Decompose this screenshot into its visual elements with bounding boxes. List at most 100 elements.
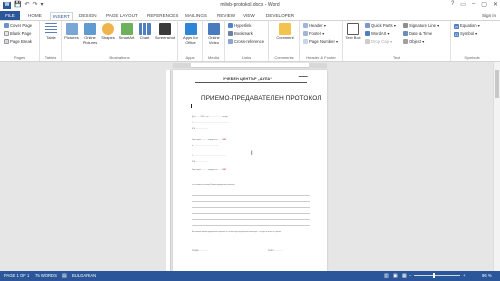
group-label-comments: Comments (274, 55, 294, 60)
tab-design[interactable]: DESIGN (77, 12, 99, 20)
group-apps: Apps for Office Apps (178, 21, 203, 61)
object-icon (403, 39, 408, 44)
vertical-ruler[interactable] (166, 70, 171, 271)
group-label-pages: Pages (13, 55, 26, 60)
cover-page-button[interactable]: Cover Page (4, 23, 32, 29)
text-box-icon (347, 23, 359, 35)
ribbon-display-button[interactable]: ▭ (460, 1, 466, 8)
tab-view[interactable]: VIEW (241, 12, 257, 20)
ruler-left-margin (173, 63, 191, 68)
wordart-icon (365, 31, 370, 36)
inventory-line (192, 207, 310, 208)
online-pictures-button[interactable]: Online Pictures (81, 23, 99, 45)
group-comments: Comment Comments (269, 21, 300, 61)
zoom-out-button[interactable]: – (409, 271, 411, 281)
object-button[interactable]: Object ▾ (403, 39, 424, 45)
tab-file[interactable]: FILE (0, 11, 20, 20)
pictures-icon (65, 23, 78, 35)
signature-line-button[interactable]: Signature Line ▾ (403, 23, 439, 29)
bookmark-icon (228, 31, 233, 36)
tab-references[interactable]: REFERENCES (145, 12, 180, 20)
sign-in-link[interactable]: Sign in (482, 12, 496, 20)
wordart-button[interactable]: WordArt ▾ (365, 31, 390, 37)
scrollbar-thumb[interactable] (495, 70, 499, 98)
shapes-button[interactable]: Shapes (100, 23, 116, 41)
smartart-button[interactable]: SmartArt (117, 23, 136, 41)
drop-cap-button[interactable]: Drop Cap ▾ (365, 39, 392, 45)
group-tables: Table Tables (40, 21, 62, 61)
group-label-header-footer: Header & Footer (306, 55, 336, 60)
word-count-status[interactable]: 75 WORDS (35, 271, 57, 281)
horizontal-ruler[interactable] (173, 63, 327, 68)
group-label-symbols: Symbols (464, 55, 480, 60)
form-line-5: и ......................................… (192, 146, 219, 147)
inventory-line (192, 219, 310, 220)
book-icon[interactable]: ▤ (62, 271, 67, 281)
vertical-scrollbar[interactable] (493, 62, 500, 271)
print-layout-icon[interactable]: ▣ (393, 271, 398, 281)
close-button[interactable]: ✕ (493, 1, 498, 8)
tab-developer[interactable]: DEVELOPER (264, 12, 296, 20)
header-button[interactable]: Header ▾ (303, 23, 326, 29)
tab-review[interactable]: REVIEW (215, 12, 237, 20)
screenshot-button[interactable]: Screenshot (153, 23, 177, 41)
letterhead-address: гр. Пловдив, ул. „......................… (224, 83, 278, 84)
tab-home[interactable]: HOME (26, 12, 44, 20)
window-controls: ? ▭ – ▢ ✕ (451, 1, 498, 8)
help-button[interactable]: ? (451, 1, 454, 8)
inventory-line (192, 195, 310, 196)
form-line-2: 1. .....................................… (192, 123, 230, 124)
form-line-9: се съставиха настоящия Приемо-предавател… (192, 185, 235, 186)
tab-page-layout[interactable]: PAGE LAYOUT (104, 12, 140, 20)
group-links: Hyperlink Bookmark Cross-reference Links (225, 21, 269, 61)
footer-icon (303, 31, 308, 36)
minimize-button[interactable]: – (472, 1, 475, 8)
text-box-button[interactable]: Text Box (345, 23, 361, 41)
ribbon: Cover Page Blank Page Page Break Pages T… (0, 20, 500, 62)
web-layout-icon[interactable]: ▦ (402, 271, 407, 281)
zoom-slider[interactable] (414, 275, 460, 276)
chart-button[interactable]: Chart (137, 23, 152, 41)
form-line-6: 2. .....................................… (192, 156, 226, 157)
group-label-apps: Apps (185, 55, 195, 60)
chart-icon (138, 23, 151, 35)
group-label-links: Links (241, 55, 252, 60)
page-break-button[interactable]: Page Break (4, 39, 32, 45)
symbol-button[interactable]: Ω Symbol ▾ (454, 31, 477, 37)
language-status[interactable]: BULGARIAN (72, 271, 96, 281)
blank-page-button[interactable]: Blank Page (4, 31, 31, 37)
zoom-in-button[interactable]: + (463, 271, 465, 281)
comment-button[interactable]: Comment (273, 23, 297, 41)
footer-button[interactable]: Footer ▾ (303, 31, 324, 37)
zoom-slider-thumb[interactable] (433, 273, 435, 278)
page-count-status[interactable]: PAGE 1 OF 1 (4, 271, 29, 281)
online-pictures-icon (84, 23, 96, 35)
cross-reference-button[interactable]: Cross-reference (228, 39, 264, 45)
form-line-10: Настоящият приемо-предавателен протокол … (192, 232, 282, 233)
equation-button[interactable]: π Equation ▾ (454, 23, 480, 29)
online-video-button[interactable]: Online Video (205, 23, 223, 45)
document-page[interactable]: УЧЕБЕН ЦЕНТЪР „АУЛА“ гр. Пловдив, ул. „.… (173, 70, 327, 271)
page-number-button[interactable]: Page Number ▾ (303, 39, 338, 45)
tab-mailings[interactable]: MAILINGS (183, 12, 209, 20)
i-beam-cursor-icon: I (251, 151, 253, 157)
zoom-level[interactable]: 96 % (482, 271, 492, 281)
read-mode-icon[interactable]: ▥ (384, 271, 389, 281)
quick-parts-button[interactable]: Quick Parts ▾ (365, 23, 396, 29)
table-button[interactable]: Table (43, 23, 59, 41)
date-time-button[interactable]: Date & Time (403, 31, 432, 37)
maximize-button[interactable]: ▢ (481, 1, 487, 8)
pictures-button[interactable]: Pictures (63, 23, 80, 41)
hyperlink-button[interactable]: Hyperlink (228, 23, 251, 29)
bookmark-button[interactable]: Bookmark (228, 31, 253, 37)
title-bar: W 💾 ↶ ↷ ▾ mlivb-protokol.docx - Word ? ▭… (0, 0, 500, 11)
inventory-line (192, 225, 310, 226)
status-bar: PAGE 1 OF 1 75 WORDS ▤ BULGARIAN ▥ ▣ ▦ –… (0, 271, 500, 281)
signature-line-icon (403, 23, 408, 28)
page-break-icon (4, 39, 9, 44)
form-line-11: ПРЕДАЛ: .................. (192, 251, 208, 252)
apps-for-office-button[interactable]: Apps for Office (180, 23, 201, 45)
quick-parts-icon (365, 23, 370, 28)
table-icon (45, 23, 57, 35)
smartart-icon (120, 23, 133, 35)
